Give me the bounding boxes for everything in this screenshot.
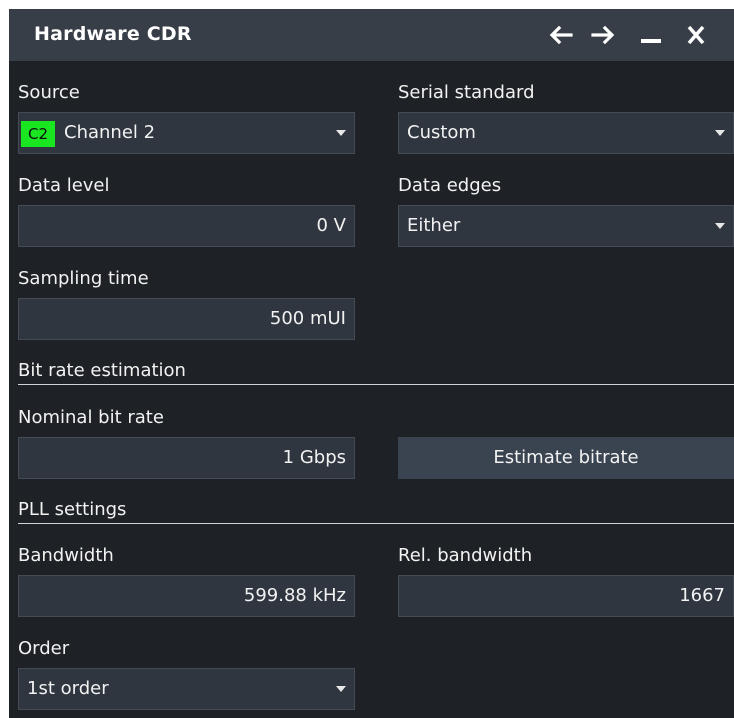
source-label: Source bbox=[18, 82, 80, 103]
chevron-down-icon bbox=[336, 130, 346, 136]
rel-bandwidth-input[interactable]: 1667 bbox=[398, 575, 734, 617]
nominal-bit-rate-input[interactable]: 1 Gbps bbox=[18, 437, 355, 479]
order-dropdown[interactable]: 1st order bbox=[18, 668, 355, 710]
section-divider bbox=[18, 523, 734, 524]
nominal-bit-rate-label: Nominal bit rate bbox=[18, 407, 164, 428]
section-divider bbox=[18, 384, 734, 385]
title-bar: Hardware CDR bbox=[9, 9, 734, 61]
data-edges-label: Data edges bbox=[398, 175, 502, 196]
minimize-icon[interactable] bbox=[636, 21, 666, 49]
data-level-label: Data level bbox=[18, 175, 110, 196]
dialog-title: Hardware CDR bbox=[34, 23, 192, 45]
sampling-time-value: 500 mUI bbox=[269, 308, 346, 329]
chevron-down-icon bbox=[336, 686, 346, 692]
back-icon[interactable] bbox=[545, 21, 575, 49]
channel-badge: C2 bbox=[21, 121, 55, 147]
bandwidth-label: Bandwidth bbox=[18, 545, 114, 566]
data-level-input[interactable]: 0 V bbox=[18, 205, 355, 247]
data-level-value: 0 V bbox=[316, 215, 347, 236]
bit-rate-estimation-heading: Bit rate estimation bbox=[18, 360, 186, 381]
close-icon[interactable] bbox=[681, 21, 711, 49]
source-dropdown[interactable]: C2 Channel 2 bbox=[18, 112, 355, 154]
serial-standard-label: Serial standard bbox=[398, 82, 535, 103]
chevron-down-icon bbox=[715, 130, 725, 136]
sampling-time-input[interactable]: 500 mUI bbox=[18, 298, 355, 340]
pll-settings-heading: PLL settings bbox=[18, 499, 127, 520]
nominal-bit-rate-value: 1 Gbps bbox=[282, 447, 346, 468]
order-value: 1st order bbox=[27, 678, 109, 699]
data-edges-value: Either bbox=[407, 215, 461, 236]
data-edges-dropdown[interactable]: Either bbox=[398, 205, 734, 247]
chevron-down-icon bbox=[715, 223, 725, 229]
rel-bandwidth-label: Rel. bandwidth bbox=[398, 545, 533, 566]
serial-standard-dropdown[interactable]: Custom bbox=[398, 112, 734, 154]
forward-icon[interactable] bbox=[589, 21, 619, 49]
bandwidth-value: 599.88 kHz bbox=[243, 585, 346, 606]
order-label: Order bbox=[18, 638, 70, 659]
serial-standard-value: Custom bbox=[407, 122, 476, 143]
estimate-bitrate-button[interactable]: Estimate bitrate bbox=[398, 437, 734, 479]
bandwidth-input[interactable]: 599.88 kHz bbox=[18, 575, 355, 617]
sampling-time-label: Sampling time bbox=[18, 268, 149, 289]
hardware-cdr-dialog: Hardware CDR Source C2 Channel 2 Serial … bbox=[9, 9, 734, 718]
rel-bandwidth-value: 1667 bbox=[679, 585, 725, 606]
source-value: Channel 2 bbox=[64, 122, 156, 143]
